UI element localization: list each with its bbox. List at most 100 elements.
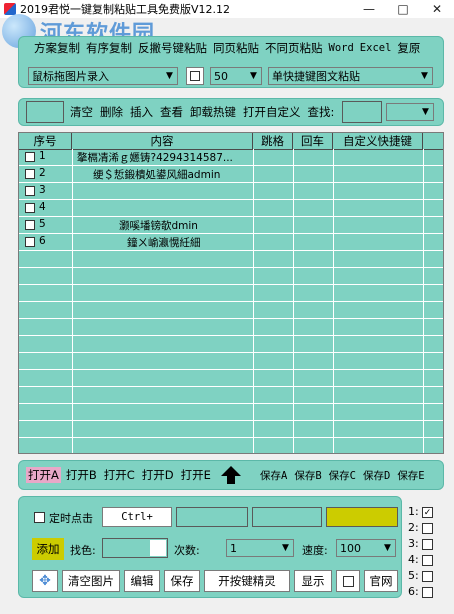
open-buttons: 打开A 打开B 打开C 打开D 打开E: [26, 466, 213, 484]
open-a-button[interactable]: 打开A: [26, 467, 61, 483]
excel-button[interactable]: Excel: [358, 42, 394, 54]
backtick-paste-button[interactable]: 反撇号键粘贴: [136, 40, 209, 56]
crosshair-button[interactable]: ✥: [32, 570, 58, 592]
times-label: 次数:: [174, 544, 200, 557]
add-label: 添加: [36, 542, 60, 556]
toolbar-row-3: 清空 删除 插入 查看 卸载热键 打开自定义 查找:: [68, 104, 336, 120]
table-row[interactable]: 4: [19, 200, 443, 217]
table-row[interactable]: 5 灏嗘墦镑欹dmin: [19, 217, 443, 234]
row-checkbox[interactable]: [25, 152, 35, 162]
minimize-button[interactable]: —: [352, 0, 386, 18]
key-wizard-button[interactable]: 开按键精灵: [204, 570, 290, 592]
open-custom-button[interactable]: 打开自定义: [241, 104, 303, 120]
row-checkbox[interactable]: [25, 237, 35, 247]
save-d-button[interactable]: 保存D: [361, 468, 392, 483]
paste-mode-select[interactable]: 单快捷键图文粘贴 ▼: [268, 67, 433, 85]
edit-button[interactable]: 编辑: [124, 570, 160, 592]
add-button[interactable]: 添加: [32, 538, 64, 560]
hotkey-field-2[interactable]: [252, 507, 322, 527]
grid-header: 序号 内容 跳格 回车 自定义快捷键: [19, 133, 443, 150]
times-select[interactable]: 1 ▼: [226, 539, 294, 557]
unload-hotkey-button[interactable]: 卸载热键: [188, 104, 238, 120]
search-select[interactable]: ▼: [386, 103, 434, 121]
header-enter: 回车: [293, 133, 333, 149]
yellow-indicator: [326, 507, 398, 527]
side-checkbox-4[interactable]: [422, 555, 433, 566]
side-checkbox-6[interactable]: [422, 587, 433, 598]
row-content: 鐘ㄨ崳瀛愰紝細: [127, 237, 201, 249]
restore-button[interactable]: 复原: [395, 40, 422, 56]
hotkey-field-1[interactable]: [176, 507, 248, 527]
row-checkbox[interactable]: [25, 186, 35, 196]
table-row[interactable]: 1 摮槅凊浠ｇ嬺铸?4294314587...: [19, 149, 443, 166]
side-checkbox-2[interactable]: [422, 523, 433, 534]
clear-images-button[interactable]: 清空图片: [62, 570, 120, 592]
toggle-button[interactable]: [336, 570, 360, 592]
row-checkbox[interactable]: [25, 220, 35, 230]
row-checkbox[interactable]: [25, 203, 35, 213]
table-row[interactable]: 6 鐘ㄨ崳瀛愰紝細: [19, 234, 443, 251]
header-index: 序号: [19, 133, 72, 149]
save-button[interactable]: 保存: [164, 570, 200, 592]
same-page-paste-button[interactable]: 同页粘贴: [211, 40, 261, 56]
open-b-button[interactable]: 打开B: [64, 467, 99, 483]
speed-value: 100: [340, 541, 361, 555]
table-row[interactable]: 2 绠＄悊鍛樻処鍙风細admin: [19, 166, 443, 183]
row-content: 摮槅凊浠ｇ嬺铸?4294314587...: [77, 152, 233, 164]
hotkey-input[interactable]: Ctrl+: [102, 507, 172, 527]
diff-page-paste-button[interactable]: 不同页粘贴: [263, 40, 325, 56]
show-button[interactable]: 显示: [294, 570, 332, 592]
side-checkbox-5[interactable]: [422, 571, 433, 582]
word-button[interactable]: Word: [327, 42, 356, 54]
clear-button[interactable]: 清空: [68, 104, 95, 120]
count-select[interactable]: 50 ▼: [210, 67, 262, 85]
side-label-5: 5:: [408, 569, 419, 582]
side-checkbox-3[interactable]: [422, 539, 433, 550]
maximize-button[interactable]: □: [386, 0, 420, 18]
ordered-copy-button[interactable]: 有序复制: [84, 40, 134, 56]
close-button[interactable]: ✕: [420, 0, 454, 18]
input-mode-select[interactable]: 鼠标拖图片录入 ▼: [28, 67, 178, 85]
chevron-down-icon: ▼: [384, 543, 391, 553]
website-button[interactable]: 官网: [364, 570, 398, 592]
save-c-button[interactable]: 保存C: [327, 468, 358, 483]
input-mode-value: 鼠标拖图片录入: [32, 70, 109, 83]
save-e-button[interactable]: 保存E: [395, 468, 426, 483]
row-number: 2: [39, 167, 46, 179]
side-checkbox-1[interactable]: ✓: [422, 507, 433, 518]
square-button[interactable]: [186, 67, 204, 85]
speed-select[interactable]: 100 ▼: [336, 539, 396, 557]
timer-label: 定时点击: [49, 512, 93, 525]
up-arrow-icon[interactable]: [220, 465, 242, 485]
row-checkbox[interactable]: [25, 169, 35, 179]
search-input[interactable]: [342, 101, 382, 123]
delete-button[interactable]: 删除: [98, 104, 125, 120]
color-box[interactable]: [26, 101, 64, 123]
color-label: 找色:: [70, 544, 96, 557]
website-label: 官网: [369, 574, 393, 588]
show-label: 显示: [301, 574, 325, 588]
open-d-button[interactable]: 打开D: [140, 467, 176, 483]
chevron-down-icon: ▼: [422, 107, 429, 117]
timer-checkbox[interactable]: [34, 512, 45, 523]
insert-button[interactable]: 插入: [128, 104, 155, 120]
scheme-copy-button[interactable]: 方案复制: [32, 40, 82, 56]
title-bar: 2019君悦一键复制粘贴工具免费版V12.12 — □ ✕: [0, 0, 454, 18]
save-b-button[interactable]: 保存B: [292, 468, 323, 483]
header-tab: 跳格: [253, 133, 293, 149]
chevron-down-icon: ▼: [421, 71, 428, 81]
edit-label: 编辑: [130, 574, 154, 588]
row-number: 4: [39, 201, 46, 213]
data-grid: 序号 内容 跳格 回车 自定义快捷键 1 摮槅凊浠ｇ嬺铸?4294314587.…: [18, 132, 444, 454]
side-label-2: 2:: [408, 521, 419, 534]
view-button[interactable]: 查看: [158, 104, 185, 120]
save-a-button[interactable]: 保存A: [258, 468, 289, 483]
open-c-button[interactable]: 打开C: [102, 467, 137, 483]
side-label-1: 1:: [408, 505, 419, 518]
save-label: 保存: [170, 574, 194, 588]
speed-label: 速度:: [302, 544, 328, 557]
open-e-button[interactable]: 打开E: [179, 467, 213, 483]
find-color-input[interactable]: [102, 538, 168, 558]
table-row[interactable]: 3: [19, 183, 443, 200]
row-number: 3: [39, 184, 46, 196]
